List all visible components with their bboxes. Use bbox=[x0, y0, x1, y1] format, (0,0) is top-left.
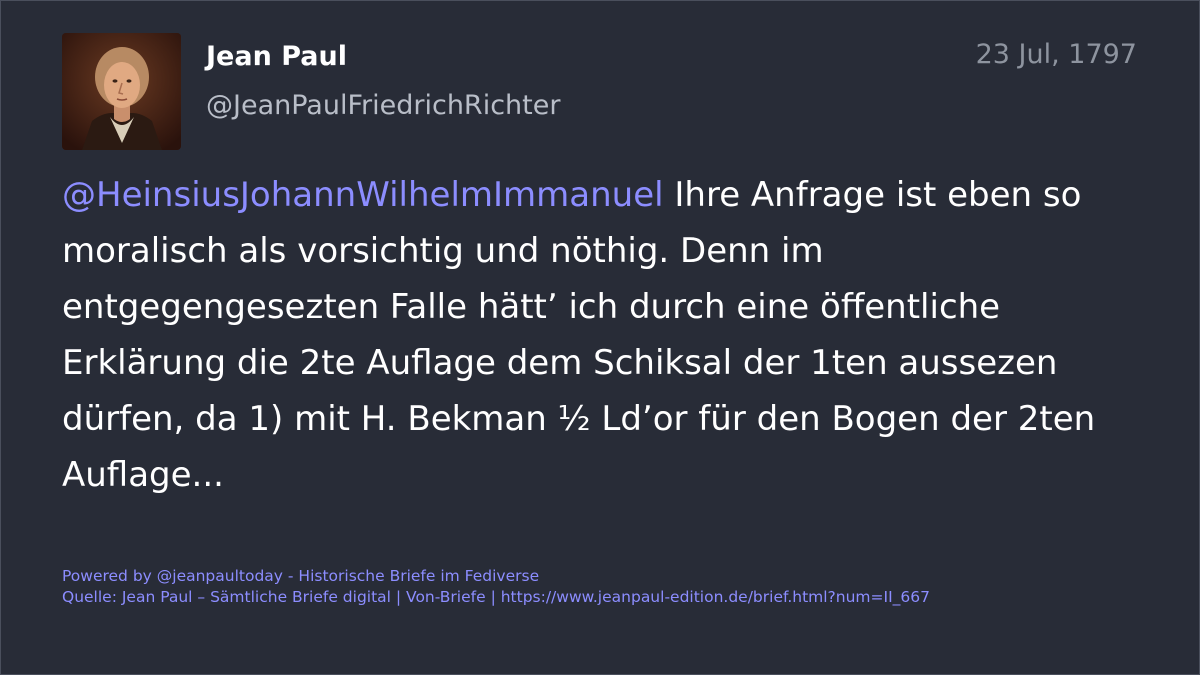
post-date[interactable]: 23 Jul, 1797 bbox=[976, 39, 1137, 70]
mention-link[interactable]: @HeinsiusJohannWilhelmImmanuel bbox=[62, 175, 664, 215]
post-text: Ihre Anfrage ist eben so moralisch als v… bbox=[62, 175, 1096, 495]
source-text: Quelle: Jean Paul – Sämtliche Briefe dig… bbox=[62, 588, 930, 606]
powered-by-text: Powered by @jeanpaultoday - Historische … bbox=[62, 567, 540, 585]
author-name[interactable]: Jean Paul bbox=[206, 41, 347, 72]
author-handle[interactable]: @JeanPaulFriedrichRichter bbox=[206, 90, 560, 121]
portrait-avatar-icon bbox=[62, 33, 181, 150]
post-card: Jean Paul @JeanPaulFriedrichRichter 23 J… bbox=[0, 0, 1200, 675]
avatar[interactable] bbox=[62, 33, 181, 150]
footer: Powered by @jeanpaultoday - Historische … bbox=[62, 566, 930, 608]
post-content: @HeinsiusJohannWilhelmImmanuel Ihre Anfr… bbox=[62, 167, 1142, 503]
